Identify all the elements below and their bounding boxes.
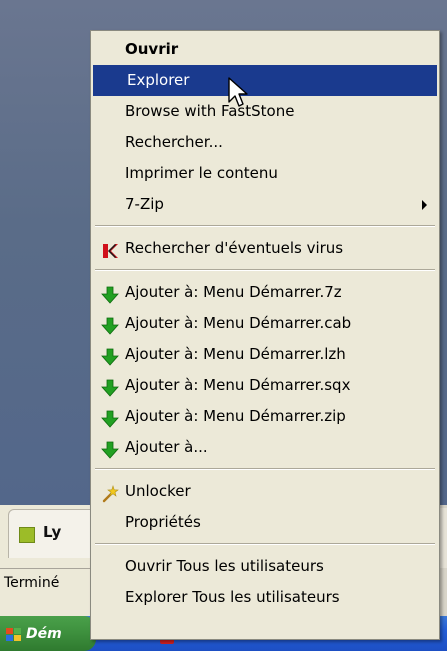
menu-item-label: Ajouter à: Menu Démarrer.lzh bbox=[125, 345, 346, 363]
magic-wand-icon bbox=[101, 483, 119, 503]
menu-item-label: 7-Zip bbox=[125, 195, 164, 213]
menu-item-label: Ouvrir Tous les utilisateurs bbox=[125, 557, 324, 575]
app-tab[interactable]: Ly bbox=[8, 509, 100, 558]
context-menu: Ouvrir Explorer Browse with FastStone Re… bbox=[90, 30, 440, 640]
menu-item-label: Ouvrir bbox=[125, 40, 179, 58]
app-tab-label: Ly bbox=[43, 523, 62, 541]
menu-item-label: Ajouter à: Menu Démarrer.sqx bbox=[125, 376, 351, 394]
mouse-pointer-icon bbox=[227, 76, 251, 110]
menu-item-virus-scan[interactable]: Rechercher d'éventuels virus bbox=[91, 233, 439, 264]
kaspersky-icon bbox=[101, 240, 119, 258]
menu-item-explore-all-users[interactable]: Explorer Tous les utilisateurs bbox=[91, 582, 439, 613]
menu-separator bbox=[95, 543, 435, 545]
menu-item-browse-faststone[interactable]: Browse with FastStone bbox=[91, 96, 439, 127]
menu-item-label: Rechercher... bbox=[125, 133, 223, 151]
menu-item-label: Imprimer le contenu bbox=[125, 164, 278, 182]
green-down-arrow-icon bbox=[101, 408, 119, 428]
green-down-arrow-icon bbox=[101, 284, 119, 304]
menu-item-label: Unlocker bbox=[125, 482, 191, 500]
menu-item-label: Ajouter à: Menu Démarrer.7z bbox=[125, 283, 342, 301]
menu-item-7zip[interactable]: 7-Zip bbox=[91, 189, 439, 220]
submenu-arrow-icon bbox=[422, 200, 427, 210]
menu-item-label: Browse with FastStone bbox=[125, 102, 295, 120]
menu-item-open[interactable]: Ouvrir bbox=[91, 34, 439, 65]
green-down-arrow-icon bbox=[101, 346, 119, 366]
menu-item-label: Ajouter à: Menu Démarrer.zip bbox=[125, 407, 346, 425]
menu-item-open-all-users[interactable]: Ouvrir Tous les utilisateurs bbox=[91, 551, 439, 582]
menu-item-label: Rechercher d'éventuels virus bbox=[125, 239, 344, 257]
windows-flag-icon bbox=[6, 628, 22, 642]
status-bar: Terminé bbox=[0, 568, 96, 599]
menu-item-properties[interactable]: Propriétés bbox=[91, 507, 439, 538]
menu-item-label: Propriétés bbox=[125, 513, 201, 531]
menu-separator bbox=[95, 468, 435, 470]
menu-item-add-cab[interactable]: Ajouter à: Menu Démarrer.cab bbox=[91, 308, 439, 339]
menu-item-explore[interactable]: Explorer bbox=[93, 65, 437, 96]
menu-item-print-contents[interactable]: Imprimer le contenu bbox=[91, 158, 439, 189]
app-tab-icon bbox=[19, 527, 35, 543]
menu-separator bbox=[95, 225, 435, 227]
menu-item-add-lzh[interactable]: Ajouter à: Menu Démarrer.lzh bbox=[91, 339, 439, 370]
menu-item-label: Ajouter à... bbox=[125, 438, 208, 456]
start-button[interactable]: Dém bbox=[0, 616, 96, 651]
menu-item-unlocker[interactable]: Unlocker bbox=[91, 476, 439, 507]
start-button-label: Dém bbox=[26, 626, 62, 642]
menu-item-label: Explorer Tous les utilisateurs bbox=[125, 588, 340, 606]
menu-item-add-zip[interactable]: Ajouter à: Menu Démarrer.zip bbox=[91, 401, 439, 432]
green-down-arrow-icon bbox=[101, 315, 119, 335]
menu-item-add-to[interactable]: Ajouter à... bbox=[91, 432, 439, 463]
menu-item-search[interactable]: Rechercher... bbox=[91, 127, 439, 158]
menu-item-add-7z[interactable]: Ajouter à: Menu Démarrer.7z bbox=[91, 277, 439, 308]
menu-item-add-sqx[interactable]: Ajouter à: Menu Démarrer.sqx bbox=[91, 370, 439, 401]
status-label: Terminé bbox=[4, 575, 60, 591]
menu-item-label: Explorer bbox=[127, 71, 190, 89]
menu-separator bbox=[95, 269, 435, 271]
green-down-arrow-icon bbox=[101, 377, 119, 397]
menu-item-label: Ajouter à: Menu Démarrer.cab bbox=[125, 314, 352, 332]
green-down-arrow-icon bbox=[101, 439, 119, 459]
